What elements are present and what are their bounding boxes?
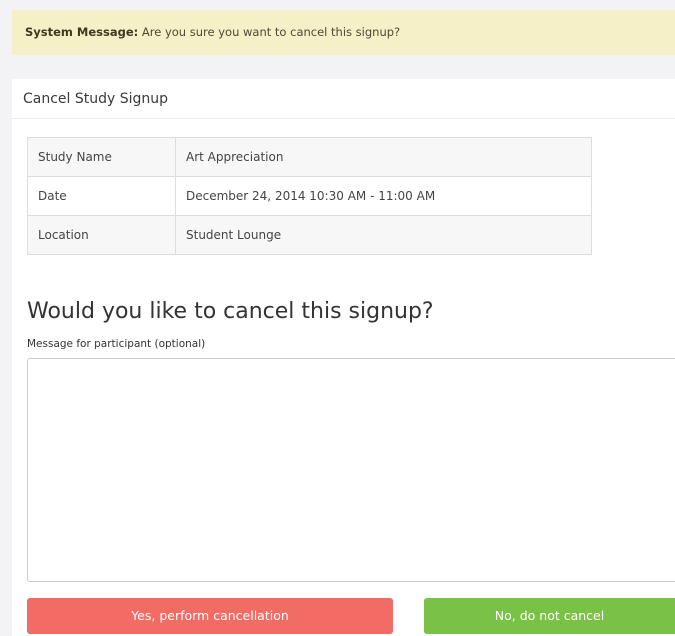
- keep-signup-button[interactable]: No, do not cancel: [424, 598, 675, 634]
- table-row: Location Student Lounge: [27, 215, 592, 255]
- signup-details-table: Study Name Art Appreciation Date Decembe…: [27, 137, 592, 255]
- table-row: Study Name Art Appreciation: [27, 137, 592, 177]
- study-name-value: Art Appreciation: [175, 137, 592, 177]
- study-name-label: Study Name: [27, 137, 176, 177]
- cancel-question-heading: Would you like to cancel this signup?: [27, 299, 434, 324]
- confirm-cancellation-button[interactable]: Yes, perform cancellation: [27, 598, 393, 634]
- system-message-alert: System Message: Are you sure you want to…: [12, 10, 675, 55]
- date-value: December 24, 2014 10:30 AM - 11:00 AM: [175, 176, 592, 216]
- cancel-signup-panel: Cancel Study Signup Study Name Art Appre…: [12, 79, 675, 636]
- date-label: Date: [27, 176, 176, 216]
- panel-title: Cancel Study Signup: [12, 79, 675, 119]
- system-message-text: Are you sure you want to cancel this sig…: [141, 25, 401, 39]
- table-row: Date December 24, 2014 10:30 AM - 11:00 …: [27, 176, 592, 216]
- system-message-label: System Message:: [25, 25, 139, 39]
- message-field-label: Message for participant (optional): [27, 338, 206, 350]
- participant-message-input[interactable]: [27, 358, 675, 582]
- location-label: Location: [27, 215, 176, 255]
- location-value: Student Lounge: [175, 215, 592, 255]
